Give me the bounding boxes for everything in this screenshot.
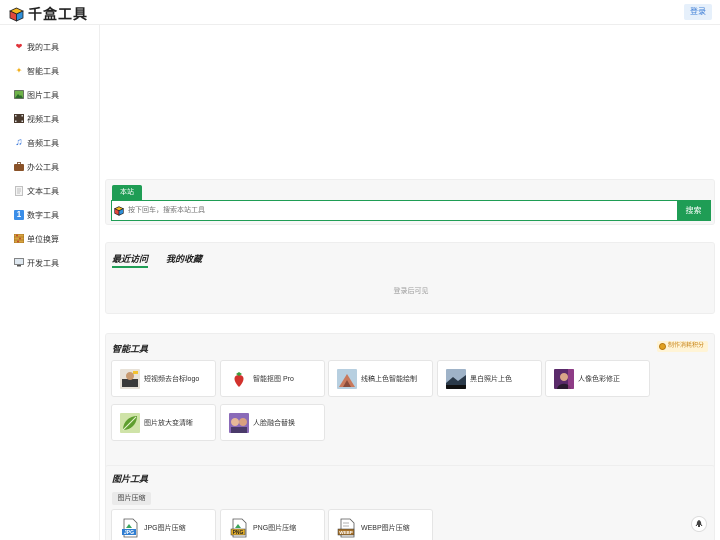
points-badge-label: 制作消耗积分	[667, 343, 704, 349]
tool-name: 人像色彩修正	[578, 375, 620, 383]
tool-name: 线稿上色智能绘制	[361, 375, 417, 383]
strawberry-thumb	[229, 368, 249, 389]
briefcase-icon	[14, 162, 24, 172]
tool-card[interactable]: 短视频去台标logo	[111, 360, 216, 397]
rocket-icon	[695, 520, 703, 527]
sidebar-item-label: 文本工具	[27, 186, 59, 196]
sidebar-item-my-tools[interactable]: ❤ 我的工具	[14, 40, 59, 54]
picture-icon	[14, 90, 24, 100]
number-icon: 1	[14, 210, 24, 220]
sidebar-item-number-tools[interactable]: 1 数字工具	[14, 208, 59, 222]
sidebar-item-label: 图片工具	[27, 90, 59, 100]
search-button[interactable]: 搜索	[677, 201, 710, 220]
tool-card[interactable]: 人脸融合替换	[220, 404, 325, 441]
section-title: 图片工具	[112, 474, 149, 484]
svg-text:PNG: PNG	[233, 530, 244, 536]
tool-name: 智能抠图 Pro	[253, 375, 294, 383]
lineart-thumb	[337, 368, 357, 389]
tool-name: 黑白照片上色	[470, 375, 512, 383]
video-logo-thumb	[120, 368, 140, 389]
svg-text:WEBP: WEBP	[339, 530, 353, 535]
logo-box-icon	[9, 7, 24, 22]
subcategory-tag[interactable]: 图片压缩	[112, 492, 151, 505]
sidebar: ❤ 我的工具 ✦ 智能工具 图片工具 视频工具 ♫ 音频工具 办公工具 文本工具…	[0, 25, 100, 540]
sidebar-item-label: 数字工具	[27, 210, 59, 220]
logo[interactable]: 千盒工具	[9, 4, 88, 24]
search-bar: 搜索	[111, 200, 711, 221]
tab-recent[interactable]: 最近访问	[112, 252, 149, 268]
back-to-top-button[interactable]	[691, 516, 707, 532]
main-content: 本站 搜索 最近访问 我的收藏 登录后可见 智能工具 制作消耗积分	[100, 25, 720, 540]
tool-card[interactable]: 线稿上色智能绘制	[328, 360, 433, 397]
document-icon	[14, 186, 24, 196]
search-input[interactable]	[126, 201, 677, 220]
sidebar-item-office-tools[interactable]: 办公工具	[14, 160, 59, 174]
svg-text:JPG: JPG	[124, 530, 134, 536]
portrait-thumb	[554, 368, 574, 389]
tool-name: 图片放大变清晰	[144, 419, 193, 427]
sparkles-icon: ✦	[15, 66, 23, 75]
tool-name: PNG图片压缩	[253, 524, 297, 532]
tool-name: 短视频去台标logo	[144, 375, 200, 383]
section-title: 智能工具	[112, 344, 149, 354]
film-icon	[14, 114, 24, 124]
tab-favorites[interactable]: 我的收藏	[166, 252, 202, 265]
sidebar-item-label: 智能工具	[27, 66, 59, 76]
tool-card[interactable]: PNG PNG图片压缩	[220, 509, 325, 540]
faces-thumb	[229, 412, 249, 433]
tool-card[interactable]: 黑白照片上色	[437, 360, 542, 397]
sidebar-item-label: 音频工具	[27, 138, 59, 148]
ai-tools-section: 智能工具 制作消耗积分 短视频去台标logo 智能抠图 Pro 线稿上色智能绘制…	[105, 333, 715, 469]
tool-card[interactable]: WEBP WEBP图片压缩	[328, 509, 433, 540]
search-card: 本站 搜索	[105, 179, 715, 225]
webp-file-icon: WEBP	[337, 518, 355, 537]
music-note-icon: ♫	[15, 137, 23, 148]
tool-name: JPG图片压缩	[144, 524, 186, 532]
heart-icon: ❤	[15, 42, 23, 51]
leaf-thumb	[120, 412, 140, 433]
tool-card[interactable]: 智能抠图 Pro	[220, 360, 325, 397]
sidebar-item-label: 视频工具	[27, 114, 59, 124]
login-button[interactable]: 登录	[684, 4, 712, 20]
sidebar-item-label: 我的工具	[27, 42, 59, 52]
computer-icon	[14, 258, 24, 268]
tool-name: 人脸融合替换	[253, 419, 295, 427]
tool-name: WEBP图片压缩	[361, 524, 410, 532]
sidebar-item-label: 开发工具	[27, 258, 59, 268]
tool-card[interactable]: 图片放大变清晰	[111, 404, 216, 441]
recent-card: 最近访问 我的收藏 登录后可见	[105, 242, 715, 314]
sidebar-item-label: 办公工具	[27, 162, 59, 172]
jpg-file-icon: JPG	[122, 518, 138, 537]
image-tools-section: 图片工具 图片压缩 JPG JPG图片压缩 PNG PNG图片压缩 WEBP W…	[105, 465, 715, 540]
sidebar-item-unit-conversion[interactable]: 单位换算	[13, 232, 59, 246]
tool-card[interactable]: JPG JPG图片压缩	[111, 509, 216, 540]
sidebar-item-audio-tools[interactable]: ♫ 音频工具	[14, 136, 59, 150]
sidebar-item-text-tools[interactable]: 文本工具	[14, 184, 59, 198]
sidebar-item-video-tools[interactable]: 视频工具	[14, 112, 59, 126]
sidebar-item-label: 单位换算	[27, 234, 59, 244]
logo-box-icon	[112, 201, 126, 220]
coin-icon	[658, 343, 666, 350]
top-bar: 千盒工具 登录	[0, 0, 720, 25]
tool-card[interactable]: 人像色彩修正	[545, 360, 650, 397]
tab-site-search[interactable]: 本站	[112, 185, 142, 200]
sidebar-item-dev-tools[interactable]: 开发工具	[14, 256, 59, 270]
sidebar-item-ai-tools[interactable]: ✦ 智能工具	[14, 64, 59, 78]
landscape-thumb	[446, 368, 466, 389]
logo-text: 千盒工具	[28, 6, 88, 22]
points-badge: 制作消耗积分	[656, 341, 708, 352]
png-file-icon: PNG	[230, 518, 247, 537]
login-required-message: 登录后可见	[393, 288, 429, 295]
sidebar-item-image-tools[interactable]: 图片工具	[14, 88, 59, 102]
abacus-icon	[13, 233, 25, 244]
